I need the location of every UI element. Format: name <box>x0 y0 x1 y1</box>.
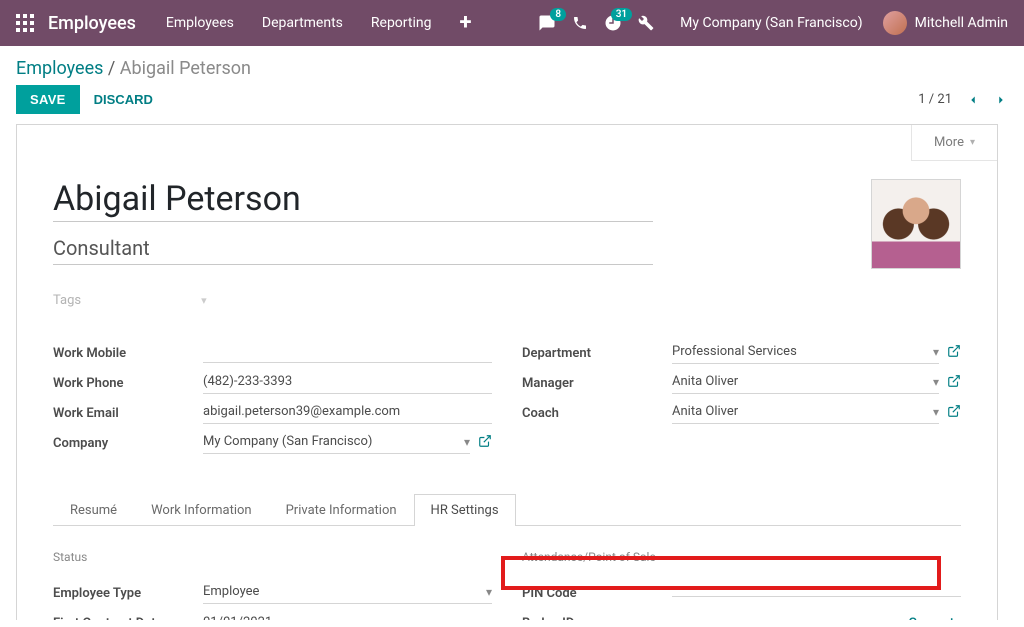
company-label: Company <box>53 436 203 451</box>
avatar <box>883 11 907 35</box>
external-link-icon[interactable] <box>947 374 961 392</box>
manager-label: Manager <box>522 376 672 391</box>
job-title-input[interactable]: Consultant <box>53 236 653 265</box>
status-section-header: Status <box>53 550 492 564</box>
badge-id-label: Badge ID <box>522 616 672 621</box>
tab-hr-settings[interactable]: HR Settings <box>414 494 516 526</box>
control-panel: Employees / Abigail Peterson SAVE DISCAR… <box>0 46 1024 124</box>
tab-resume[interactable]: Resumé <box>53 494 134 526</box>
user-name: Mitchell Admin <box>915 15 1008 31</box>
save-button[interactable]: SAVE <box>16 85 80 114</box>
notebook-tabs: Resumé Work Information Private Informat… <box>53 494 961 526</box>
form-scroll[interactable]: More ▾ Abigail Peterson Consultant Tags … <box>0 124 1024 620</box>
pager-prev-icon[interactable] <box>966 93 980 107</box>
tab-work-information[interactable]: Work Information <box>134 494 269 526</box>
employee-photo[interactable] <box>871 179 961 269</box>
messages-icon[interactable]: 8 <box>538 14 556 32</box>
work-email-label: Work Email <box>53 406 203 421</box>
nav-add-button[interactable]: + <box>459 12 471 34</box>
chevron-down-icon: ▾ <box>970 137 975 148</box>
nav-reporting[interactable]: Reporting <box>371 15 432 31</box>
discard-button[interactable]: DISCARD <box>94 92 153 107</box>
pager: 1 / 21 <box>918 92 1008 107</box>
coach-label: Coach <box>522 406 672 421</box>
company-selector[interactable]: My Company (San Francisco) <box>680 15 862 31</box>
external-link-icon[interactable] <box>947 344 961 362</box>
work-email-input[interactable]: abigail.peterson39@example.com <box>203 402 492 424</box>
first-contract-date-value: 01/01/2021 <box>203 613 492 621</box>
pin-code-input[interactable] <box>672 590 961 597</box>
work-mobile-label: Work Mobile <box>53 346 203 361</box>
chevron-down-icon: ▾ <box>486 585 492 599</box>
user-menu[interactable]: Mitchell Admin <box>883 11 1008 35</box>
breadcrumb-root[interactable]: Employees <box>16 58 103 79</box>
pager-next-icon[interactable] <box>994 93 1008 107</box>
attendance-section-header: Attendance/Point of Sale <box>522 550 961 564</box>
nav-employees[interactable]: Employees <box>166 15 234 31</box>
pager-text: 1 / 21 <box>918 92 952 107</box>
work-phone-label: Work Phone <box>53 376 203 391</box>
more-button[interactable]: More ▾ <box>911 125 997 161</box>
tools-icon[interactable] <box>638 15 654 31</box>
form-sheet: More ▾ Abigail Peterson Consultant Tags … <box>16 124 998 620</box>
badge-id-input[interactable] <box>672 620 896 621</box>
clock-badge: 31 <box>611 8 632 21</box>
manager-select[interactable]: Anita Oliver▾ <box>672 372 939 394</box>
external-link-icon[interactable] <box>947 404 961 422</box>
phone-icon[interactable] <box>572 15 588 31</box>
company-select[interactable]: My Company (San Francisco)▾ <box>203 432 470 454</box>
department-select[interactable]: Professional Services▾ <box>672 342 939 364</box>
employee-type-select[interactable]: Employee▾ <box>203 582 492 604</box>
tab-private-information[interactable]: Private Information <box>269 494 414 526</box>
app-title[interactable]: Employees <box>48 13 136 34</box>
systray: 8 31 <box>538 14 654 32</box>
work-phone-input[interactable]: (482)-233-3393 <box>203 372 492 394</box>
breadcrumb-current: Abigail Peterson <box>120 58 251 79</box>
apps-icon[interactable] <box>16 14 34 32</box>
nav-departments[interactable]: Departments <box>262 15 343 31</box>
work-mobile-input[interactable] <box>203 343 492 363</box>
coach-select[interactable]: Anita Oliver▾ <box>672 402 939 424</box>
clock-icon[interactable]: 31 <box>604 14 622 32</box>
hr-settings-page: Status Employee Type Employee▾ First Con… <box>53 526 961 620</box>
pin-code-row: PIN Code <box>522 578 961 608</box>
chevron-down-icon: ▾ <box>933 345 939 359</box>
chevron-down-icon: ▾ <box>201 294 207 307</box>
chevron-down-icon: ▾ <box>933 405 939 419</box>
pin-code-label: PIN Code <box>522 586 672 601</box>
chevron-down-icon: ▾ <box>933 375 939 389</box>
generate-button[interactable]: Generate <box>908 616 961 621</box>
employee-type-label: Employee Type <box>53 586 203 601</box>
breadcrumb: Employees / Abigail Peterson <box>16 58 1008 79</box>
tags-field[interactable]: Tags ▾ <box>53 293 841 308</box>
messages-badge: 8 <box>550 8 566 21</box>
chevron-down-icon: ▾ <box>464 435 470 449</box>
department-label: Department <box>522 346 672 361</box>
employee-name-input[interactable]: Abigail Peterson <box>53 179 653 222</box>
top-nav-bar: Employees Employees Departments Reportin… <box>0 0 1024 46</box>
first-contract-date-label: First Contract Date <box>53 616 203 621</box>
external-link-icon[interactable] <box>478 434 492 452</box>
